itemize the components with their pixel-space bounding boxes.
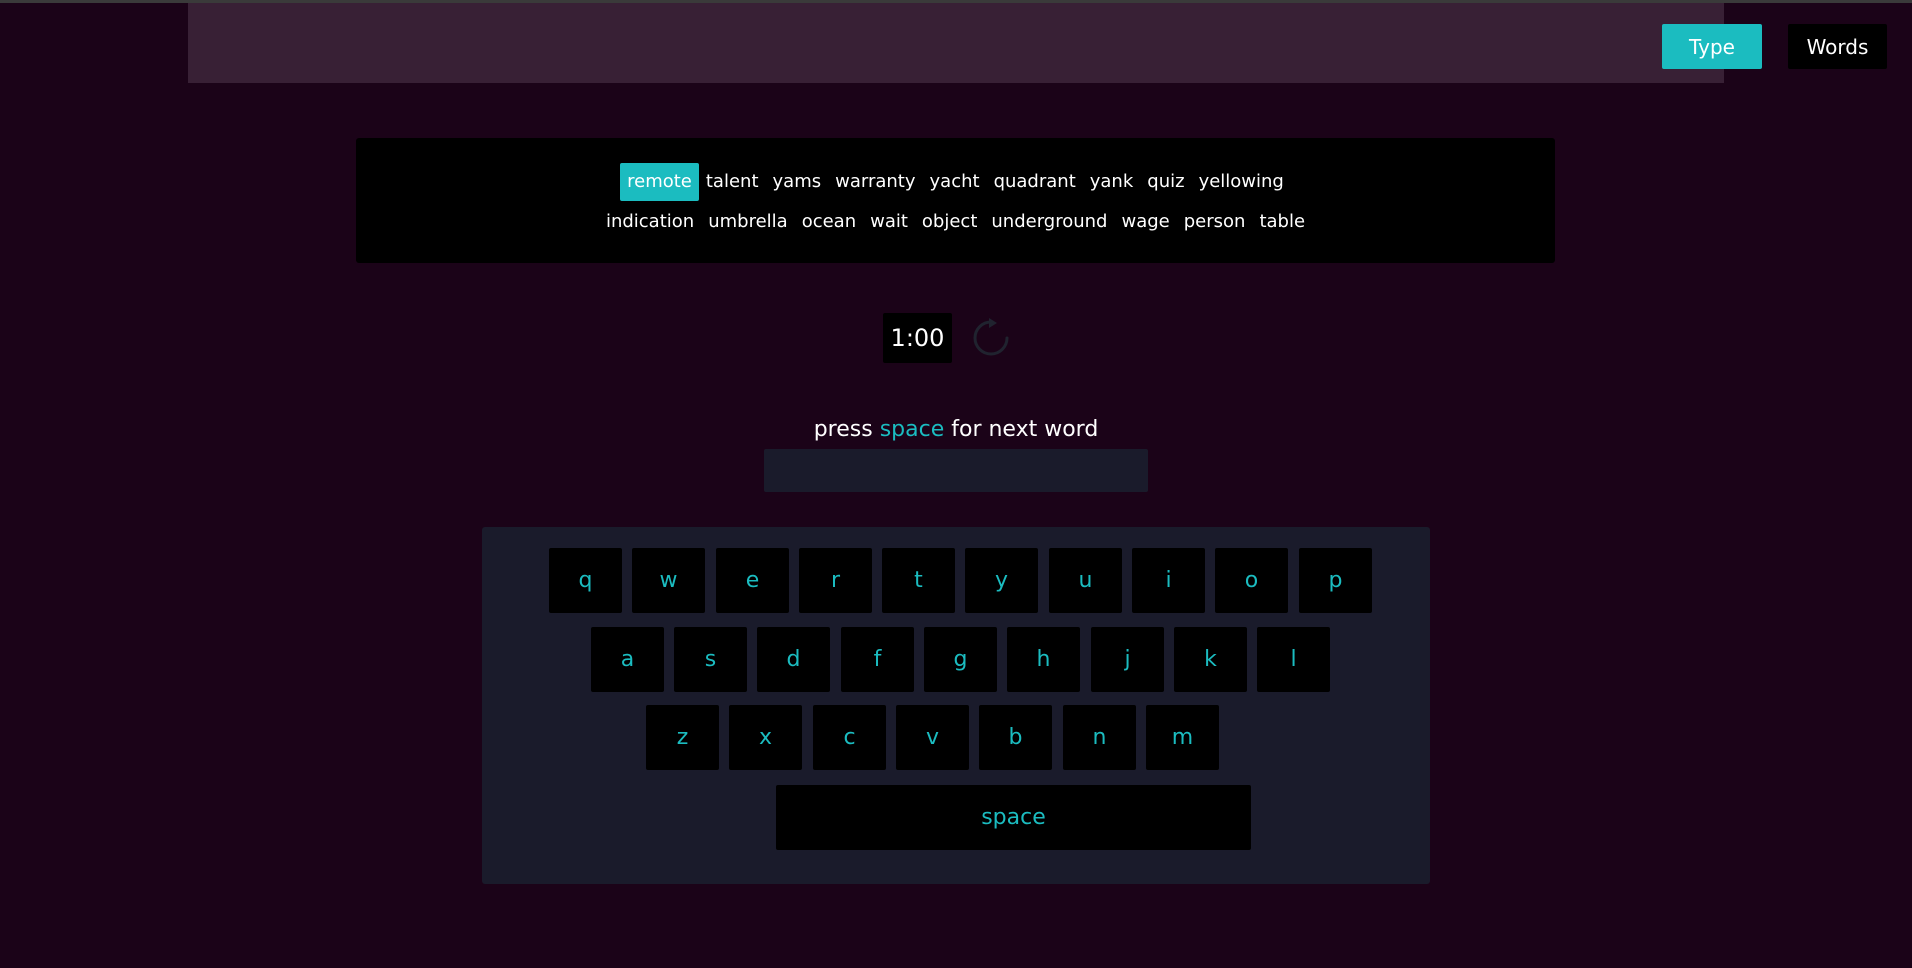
word-row-2: indication umbrella ocean wait object un… [356, 202, 1555, 241]
word-row-1: remote talent yams warranty yacht quadra… [356, 162, 1555, 201]
key-t[interactable]: t [882, 548, 955, 613]
key-c[interactable]: c [813, 705, 886, 770]
word: wait [870, 210, 908, 232]
refresh-icon [973, 318, 1009, 356]
hint-key: space [879, 417, 945, 442]
word: person [1183, 210, 1246, 232]
instruction-text: press space for next word [706, 413, 1206, 447]
word: yacht [929, 170, 980, 192]
word: warranty [835, 170, 916, 192]
type-mode-button[interactable]: Type [1662, 24, 1762, 69]
key-u[interactable]: u [1049, 548, 1122, 613]
key-n[interactable]: n [1063, 705, 1136, 770]
word: yams [772, 170, 822, 192]
key-e[interactable]: e [716, 548, 789, 613]
word: yank [1089, 170, 1134, 192]
key-k[interactable]: k [1174, 627, 1247, 692]
key-p[interactable]: p [1299, 548, 1372, 613]
word: wage [1121, 210, 1170, 232]
key-b[interactable]: b [979, 705, 1052, 770]
key-y[interactable]: y [965, 548, 1038, 613]
key-i[interactable]: i [1132, 548, 1205, 613]
word: umbrella [708, 210, 788, 232]
on-screen-keyboard: q w e r t y u i o p a s d f g h j k l z … [482, 527, 1430, 884]
words-mode-button[interactable]: Words [1788, 24, 1887, 69]
key-v[interactable]: v [896, 705, 969, 770]
key-space[interactable]: space [776, 785, 1251, 850]
word: quadrant [993, 170, 1076, 192]
word-current: remote [620, 162, 699, 201]
key-x[interactable]: x [729, 705, 802, 770]
key-z[interactable]: z [646, 705, 719, 770]
key-d[interactable]: d [757, 627, 830, 692]
hint-suffix: for next word [951, 417, 1099, 442]
hint-prefix: press [813, 417, 873, 442]
key-s[interactable]: s [674, 627, 747, 692]
header-bar: Type Words [188, 3, 1887, 83]
word: object [921, 210, 978, 232]
key-o[interactable]: o [1215, 548, 1288, 613]
key-l[interactable]: l [1257, 627, 1330, 692]
key-j[interactable]: j [1091, 627, 1164, 692]
word: indication [605, 210, 695, 232]
key-a[interactable]: a [591, 627, 664, 692]
key-m[interactable]: m [1146, 705, 1219, 770]
key-h[interactable]: h [1007, 627, 1080, 692]
key-r[interactable]: r [799, 548, 872, 613]
timer-display: 1:00 [883, 313, 952, 363]
word: quiz [1147, 170, 1185, 192]
key-q[interactable]: q [549, 548, 622, 613]
word: yellowing [1198, 170, 1284, 192]
word: underground [991, 210, 1108, 232]
reset-button[interactable] [966, 313, 1016, 363]
key-w[interactable]: w [632, 548, 705, 613]
typing-input[interactable] [764, 449, 1148, 492]
word: table [1259, 210, 1306, 232]
words-panel: remote talent yams warranty yacht quadra… [356, 138, 1555, 263]
key-f[interactable]: f [841, 627, 914, 692]
word: ocean [801, 210, 857, 232]
word: talent [705, 170, 759, 192]
key-g[interactable]: g [924, 627, 997, 692]
